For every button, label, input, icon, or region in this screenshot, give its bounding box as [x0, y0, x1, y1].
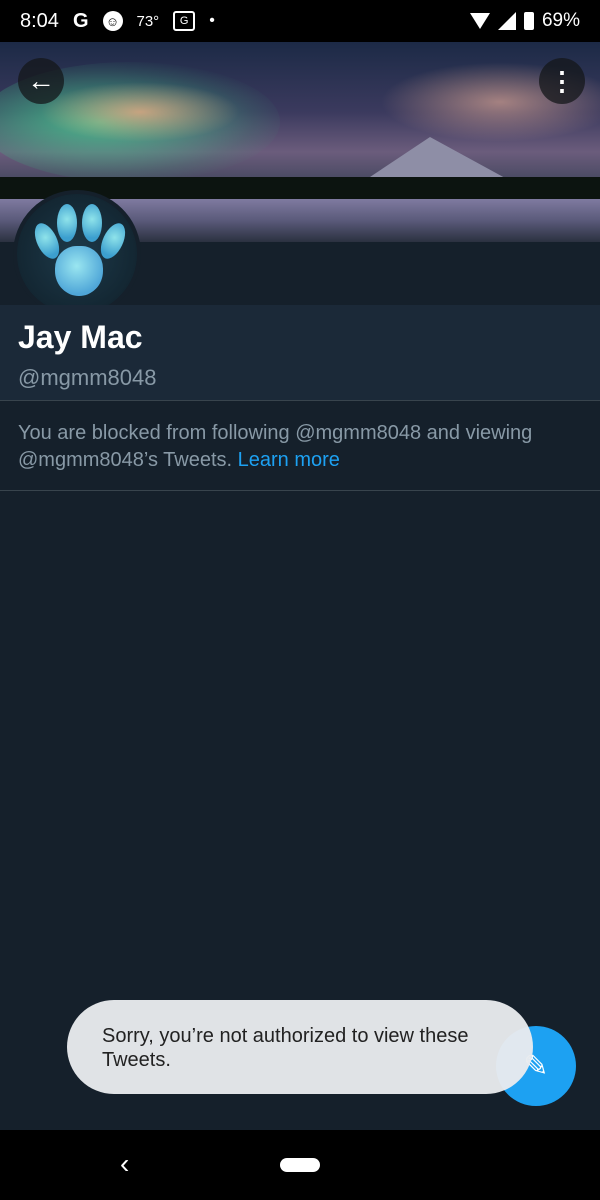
temperature: 73° — [136, 12, 160, 30]
user-handle: @mgmm8048 — [18, 365, 157, 390]
battery-icon — [523, 12, 534, 30]
more-vertical-icon: ⋮ — [549, 66, 575, 96]
google-icon: G — [72, 9, 89, 32]
notification-dot: • — [209, 12, 215, 29]
learn-more-link[interactable]: Learn more — [238, 449, 340, 471]
smiley-icon: ☺ — [102, 11, 123, 31]
nav-home-button[interactable] — [280, 1158, 320, 1172]
toast-text: Sorry, you’re not authorized to view the… — [102, 1025, 469, 1071]
display-name: Jay Mac — [18, 319, 143, 355]
translate-icon: G — [173, 11, 196, 31]
back-button[interactable]: ← — [18, 58, 64, 104]
paw-pad — [55, 246, 103, 296]
signal-icon — [497, 12, 516, 30]
profile-name-block: Jay Mac @mgmm8048 — [0, 305, 600, 401]
blocked-notice: You are blocked from following @mgmm8048… — [18, 420, 578, 474]
toast-message: Sorry, you’re not authorized to view the… — [67, 1000, 533, 1094]
divider — [0, 490, 600, 491]
paw-toe — [57, 204, 77, 242]
cloud — [40, 82, 240, 142]
battery-percent: 69% — [541, 10, 580, 31]
status-time: 8:04 — [20, 9, 59, 32]
arrow-left-icon: ← — [27, 65, 55, 96]
status-bar: 8:04 G ☺ 73° G • 69% — [0, 0, 600, 42]
nav-back-button[interactable]: ‹ — [120, 1148, 129, 1180]
paw-toe — [82, 204, 102, 242]
wifi-icon — [469, 13, 490, 29]
more-options-button[interactable]: ⋮ — [539, 58, 585, 104]
avatar[interactable] — [13, 190, 141, 318]
